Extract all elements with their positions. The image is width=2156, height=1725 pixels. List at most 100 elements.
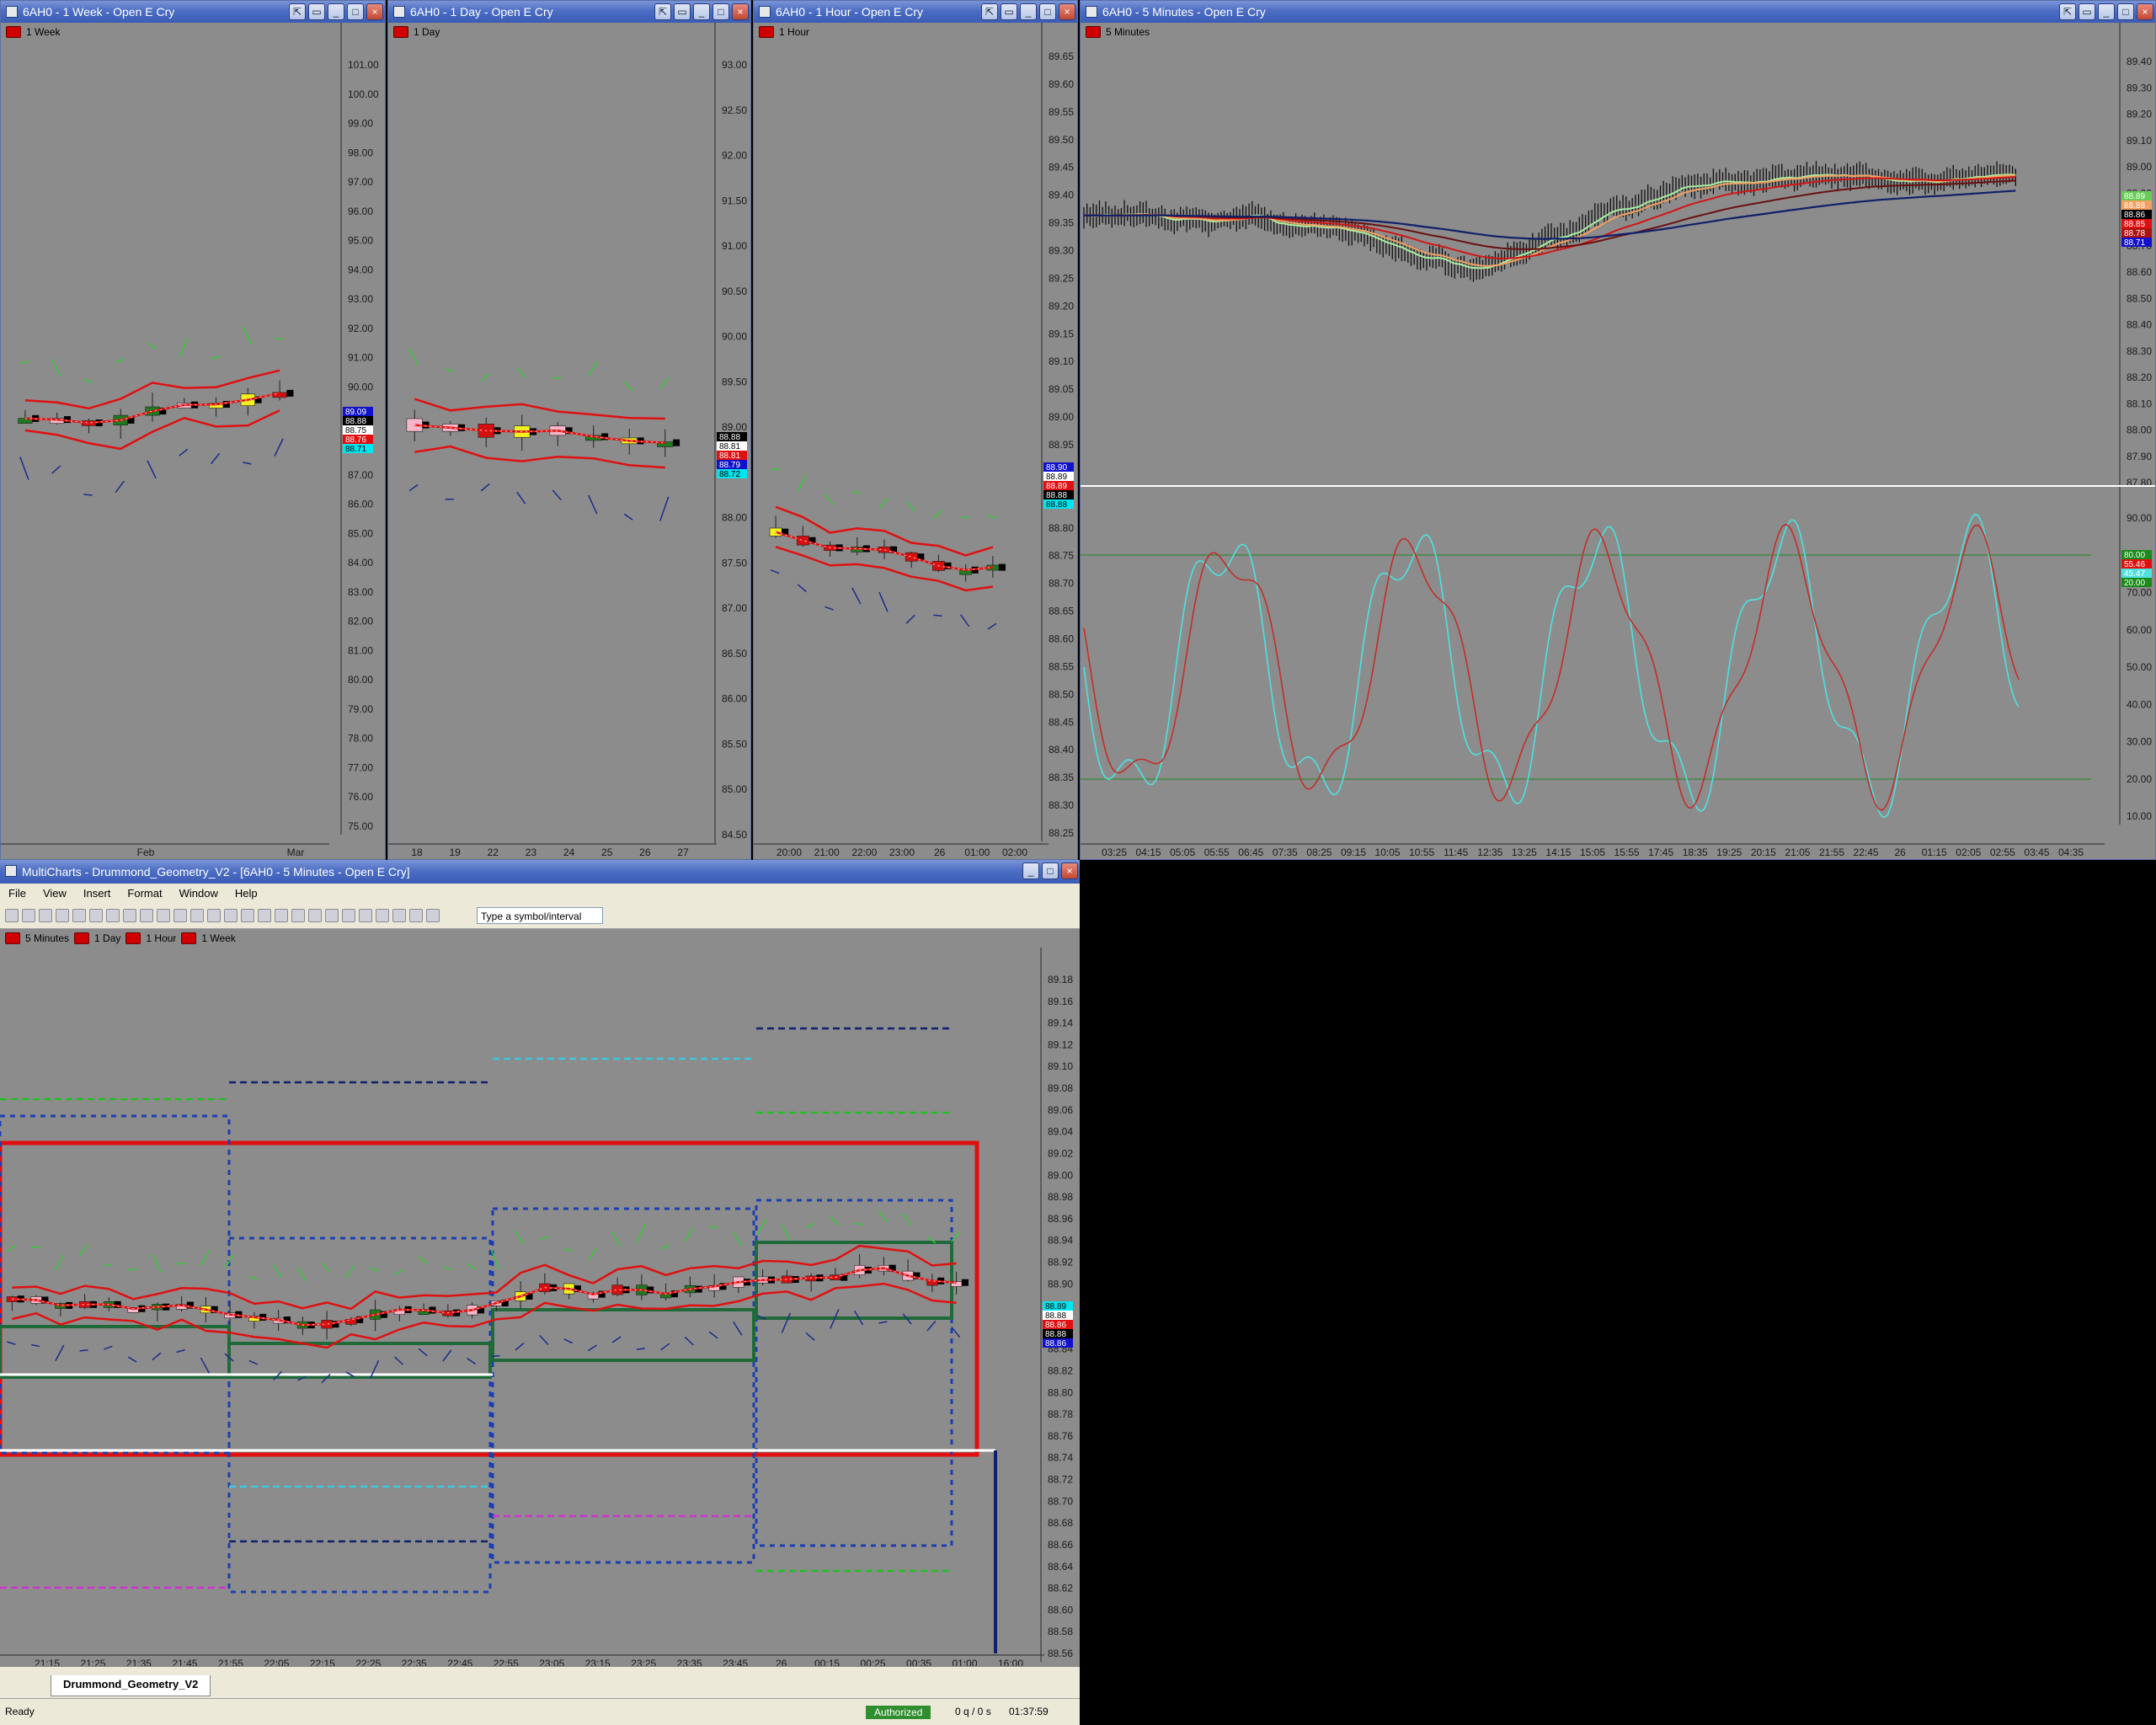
bar-chart-icon[interactable] <box>275 908 288 922</box>
close-button[interactable]: × <box>1059 3 1075 20</box>
minimize-button[interactable]: _ <box>2098 3 2115 20</box>
hourly-chart[interactable]: 89.65 89.60 89.55 89.50 89.45 89.40 89.35 89.30… <box>754 23 1077 859</box>
price-tag: 88.88 <box>1046 500 1067 510</box>
main-titlebar[interactable]: MultiCharts - Drummond_Geometry_V2 - [6A… <box>0 860 1080 884</box>
price-tag: 88.79 <box>719 461 740 470</box>
close-button[interactable]: × <box>366 3 383 20</box>
legend-item[interactable]: 1 Week <box>201 932 235 944</box>
minimize-button[interactable]: _ <box>328 3 344 20</box>
maximize-button[interactable]: □ <box>1042 862 1059 879</box>
crosshair-icon[interactable] <box>207 908 221 922</box>
price-tick-label: 89.15 <box>1049 328 1074 339</box>
maximize-button[interactable]: □ <box>712 3 729 20</box>
cut-icon[interactable] <box>72 908 86 922</box>
titlebar-day[interactable]: 6AH0 - 1 Day - Open E Cry ⇱ ▭ _ □ × <box>388 1 750 23</box>
copy-icon[interactable] <box>89 908 103 922</box>
minimize-button[interactable]: _ <box>1022 862 1039 879</box>
time-tick-label: 23:00 <box>889 846 915 858</box>
dock-icon[interactable]: ▭ <box>674 3 691 20</box>
legend-item[interactable]: 1 Hour <box>146 932 176 944</box>
projection-dash <box>30 1343 40 1348</box>
menu-view[interactable]: View <box>35 887 75 900</box>
symbol-input[interactable]: Type a symbol/interval <box>477 906 603 924</box>
window-day[interactable]: 6AH0 - 1 Day - Open E Cry ⇱ ▭ _ □ × 1 Day 93… <box>387 0 751 860</box>
status-bar: Ready Authorized 0 q / 0 s 01:37:59 <box>0 1698 1080 1725</box>
time-tick-label: 22:45 <box>447 1658 472 1666</box>
window-hour[interactable]: 6AH0 - 1 Hour - Open E Cry ⇱ ▭ _ □ × 1 Hour … <box>753 0 1078 860</box>
line-chart-icon[interactable] <box>291 908 305 922</box>
window-5min[interactable]: 6AH0 - 5 Minutes - Open E Cry ⇱ ▭ _ □ × 5 Mi… <box>1080 0 2156 860</box>
price-tick-label: 98.00 <box>348 147 373 158</box>
projection-dash <box>200 1357 211 1374</box>
refresh-icon[interactable] <box>258 908 271 922</box>
candle-icon[interactable] <box>308 908 322 922</box>
close-button[interactable]: × <box>2137 3 2153 20</box>
format-icon[interactable] <box>123 908 136 922</box>
window-week[interactable]: 6AH0 - 1 Week - Open E Cry ⇱ ▭ _ □ × 1 Week … <box>0 0 386 860</box>
projection-dash <box>805 1222 815 1229</box>
close-button[interactable]: × <box>732 3 749 20</box>
main-window[interactable]: MultiCharts - Drummond_Geometry_V2 - [6A… <box>0 860 1080 1725</box>
time-tick-label: 11:45 <box>1444 846 1468 858</box>
price-tick-label: 88.66 <box>1048 1539 1073 1551</box>
menu-window[interactable]: Window <box>171 887 227 900</box>
price-tag: 88.86 <box>1045 1339 1066 1348</box>
zoom-in-icon[interactable] <box>224 908 237 922</box>
save-icon[interactable] <box>39 908 52 922</box>
print-icon[interactable] <box>56 908 69 922</box>
indicator-icon[interactable] <box>140 908 153 922</box>
minimize-button[interactable]: _ <box>693 3 710 20</box>
restore-icon[interactable]: ⇱ <box>289 3 306 20</box>
time-tick-label: 21:05 <box>1785 846 1810 858</box>
drawing-icon[interactable] <box>173 908 187 922</box>
dock-icon[interactable]: ▭ <box>1001 3 1017 20</box>
projection-dash <box>128 1268 137 1271</box>
sync-icon[interactable] <box>359 908 372 922</box>
time-tick-label: 23:45 <box>723 1658 748 1666</box>
menu-insert[interactable]: Insert <box>75 887 120 900</box>
dock-icon[interactable]: ▭ <box>2079 3 2095 20</box>
cursor-icon[interactable] <box>190 908 204 922</box>
time-tick-label: 12:35 <box>1477 846 1502 858</box>
price-tick-label: 88.20 <box>2127 371 2152 383</box>
maximize-button[interactable]: □ <box>347 3 364 20</box>
legend-item[interactable]: 1 Day <box>94 932 120 944</box>
alert-icon[interactable] <box>409 908 423 922</box>
titlebar-week[interactable]: 6AH0 - 1 Week - Open E Cry ⇱ ▭ _ □ × <box>1 1 385 23</box>
order-icon[interactable] <box>426 908 440 922</box>
maximize-button[interactable]: □ <box>2117 3 2134 20</box>
zoom-out-icon[interactable] <box>241 908 254 922</box>
minimize-button[interactable]: _ <box>1020 3 1037 20</box>
menu-help[interactable]: Help <box>227 887 266 900</box>
legend-item[interactable]: 5 Minutes <box>25 932 69 944</box>
main-chart[interactable]: 89.18 89.16 89.14 89.12 89.10 89.08 89.06 89.04… <box>0 948 1080 1666</box>
time-tick-label: 20:15 <box>1751 846 1776 858</box>
time-tick-label: 18 <box>411 846 423 858</box>
scale-icon[interactable] <box>325 908 339 922</box>
link-icon[interactable] <box>376 908 389 922</box>
settings-icon[interactable] <box>392 908 406 922</box>
restore-icon[interactable]: ⇱ <box>981 3 998 20</box>
titlebar-hour[interactable]: 6AH0 - 1 Hour - Open E Cry ⇱ ▭ _ □ × <box>754 1 1077 23</box>
paste-icon[interactable] <box>106 908 120 922</box>
close-button[interactable]: × <box>1061 862 1078 879</box>
five-minute-chart[interactable]: 89.4089.3089.2089.1089.0088.9088.8088.70… <box>1081 23 2155 859</box>
daily-chart[interactable]: 93.00 92.50 92.00 91.50 91.00 90.50 90.00 89.50… <box>388 23 750 859</box>
restore-icon[interactable]: ⇱ <box>654 3 671 20</box>
grid-icon[interactable] <box>342 908 355 922</box>
menu-bar: File View Insert Format Window Help <box>0 884 1080 902</box>
weekly-chart[interactable]: 101.00 100.00 99.00 98.00 97.00 96.00 95.00 94.… <box>1 23 385 859</box>
restore-icon[interactable]: ⇱ <box>2059 3 2076 20</box>
menu-file[interactable]: File <box>0 887 35 900</box>
menu-format[interactable]: Format <box>119 887 170 900</box>
dock-icon[interactable]: ▭ <box>308 3 325 20</box>
new-chart-icon[interactable] <box>5 908 19 922</box>
projection-dash <box>147 342 157 350</box>
tab-drummond-geometry[interactable]: Drummond_Geometry_V2 <box>51 1675 211 1696</box>
strategy-icon[interactable] <box>157 908 170 922</box>
time-tick-label: 23 <box>526 846 537 858</box>
projection-dash <box>179 448 189 457</box>
open-icon[interactable] <box>22 908 35 922</box>
maximize-button[interactable]: □ <box>1039 3 1056 20</box>
titlebar-5min[interactable]: 6AH0 - 5 Minutes - Open E Cry ⇱ ▭ _ □ × <box>1081 1 2155 23</box>
